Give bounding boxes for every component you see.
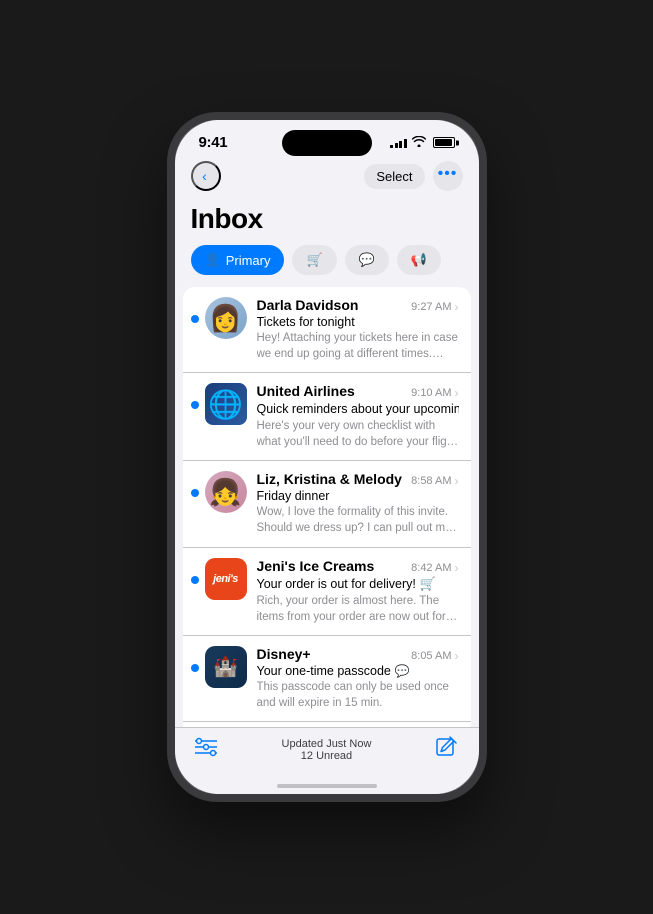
signal-icon [390,137,407,148]
email-body-disney: Disney+ 8:05 AM › Your one-time passcode… [257,646,459,711]
phone-frame: 9:41 [167,112,487,802]
unread-dot [191,315,199,323]
tab-primary[interactable]: 👤 Primary [191,245,285,275]
wifi-icon [412,136,426,150]
email-preview: Wow, I love the formality of this invite… [257,504,459,536]
email-header: Jeni's Ice Creams 8:42 AM › [257,558,459,575]
email-time: 9:27 AM [411,301,451,313]
email-header: United Airlines 9:10 AM › [257,383,459,400]
filter-button[interactable] [195,737,217,763]
bottom-toolbar: Updated Just Now 12 Unread [175,727,479,784]
tab-updates[interactable]: 📢 [397,245,441,275]
email-time: 9:10 AM [411,387,451,399]
chevron-right-icon: › [455,561,459,575]
dynamic-island [282,130,372,156]
email-preview: Here's your very own checklist with what… [257,418,459,450]
more-button[interactable]: ••• [433,161,463,191]
unread-dot [191,664,199,672]
email-header: Disney+ 8:05 AM › [257,646,459,663]
unread-dot [191,576,199,584]
email-body-united: United Airlines 9:10 AM › Quick reminder… [257,383,459,450]
email-item-jenis[interactable]: jeni's Jeni's Ice Creams 8:42 AM › Your … [183,548,471,636]
megaphone-icon: 📢 [411,252,427,268]
email-preview: This passcode can only be used once and … [257,679,459,711]
email-sender: Liz, Kristina & Melody [257,471,402,487]
unread-dot [191,401,199,409]
email-subject: Tickets for tonight [257,315,459,329]
battery-icon [433,137,455,148]
email-item-graham[interactable]: 👦 Graham McBride 7:17 AM › Tell us if yo… [183,722,471,727]
status-icons [390,136,455,150]
cart-icon: 🛒 [306,252,322,268]
chevron-left-icon: ‹ [202,168,207,184]
message-icon: 💬 [359,252,375,268]
nav-actions: Select ••• [364,161,462,191]
shopping-badge: 🛒 [420,576,436,592]
email-item-united[interactable]: 🌐 United Airlines 9:10 AM › Quick remind… [183,373,471,461]
email-sender: Jeni's Ice Creams [257,558,375,574]
email-list: 👩 Darla Davidson 9:27 AM › Tickets for t… [183,287,471,727]
disney-logo: 🏰 [213,654,238,679]
email-body-darla: Darla Davidson 9:27 AM › Tickets for ton… [257,297,459,362]
email-sender: Disney+ [257,646,311,662]
email-item-disney[interactable]: 🏰 Disney+ 8:05 AM › Your one-time passco… [183,636,471,722]
page-title: Inbox [175,199,479,245]
status-time: 9:41 [199,134,228,151]
email-sender: United Airlines [257,383,355,399]
toolbar-status: Updated Just Now 12 Unread [282,738,372,762]
email-time: 8:58 AM [411,475,451,487]
avatar-darla: 👩 [205,297,247,339]
email-time: 8:42 AM [411,562,451,574]
avatar-disney: 🏰 [205,646,247,688]
content-area: Inbox 👤 Primary 🛒 💬 📢 [175,199,479,727]
email-preview: Rich, your order is almost here. The ite… [257,593,459,625]
screen: 9:41 [175,120,479,794]
compose-button[interactable] [436,736,458,764]
category-tabs: 👤 Primary 🛒 💬 📢 [175,245,479,287]
person-icon: 👤 [205,252,221,268]
email-header: Darla Davidson 9:27 AM › [257,297,459,314]
email-item-liz[interactable]: 👧 Liz, Kristina & Melody 8:58 AM › Frida… [183,461,471,547]
email-subject: Your one-time passcode 💬 [257,664,459,678]
email-subject: Friday dinner [257,489,459,503]
avatar-jenis: jeni's [205,558,247,600]
avatar-united: 🌐 [205,383,247,425]
message-badge: 💬 [395,664,410,678]
email-preview: Hey! Attaching your tickets here in case… [257,330,459,362]
nav-bar: ‹ Select ••• [175,157,479,199]
email-time: 8:05 AM [411,650,451,662]
email-sender: Darla Davidson [257,297,359,313]
unread-count: 12 Unread [282,750,372,762]
email-subject: Your order is out for delivery! 🛒 [257,576,459,592]
chevron-right-icon: › [455,649,459,663]
update-status: Updated Just Now [282,738,372,750]
chevron-right-icon: › [455,386,459,400]
unread-dot [191,489,199,497]
select-button[interactable]: Select [364,164,424,189]
home-bar [277,784,377,788]
avatar-liz: 👧 [205,471,247,513]
home-indicator [175,784,479,794]
chevron-right-icon: › [455,300,459,314]
chevron-right-icon: › [455,474,459,488]
email-subject: Quick reminders about your upcoming... 🛒 [257,401,459,417]
email-body-liz: Liz, Kristina & Melody 8:58 AM › Friday … [257,471,459,536]
email-header: Liz, Kristina & Melody 8:58 AM › [257,471,459,488]
tab-promos[interactable]: 💬 [345,245,389,275]
ellipsis-icon: ••• [438,166,458,182]
back-button[interactable]: ‹ [191,161,221,191]
tab-primary-label: Primary [226,253,271,268]
email-body-jenis: Jeni's Ice Creams 8:42 AM › Your order i… [257,558,459,625]
tab-shopping[interactable]: 🛒 [292,245,336,275]
email-item-darla[interactable]: 👩 Darla Davidson 9:27 AM › Tickets for t… [183,287,471,373]
